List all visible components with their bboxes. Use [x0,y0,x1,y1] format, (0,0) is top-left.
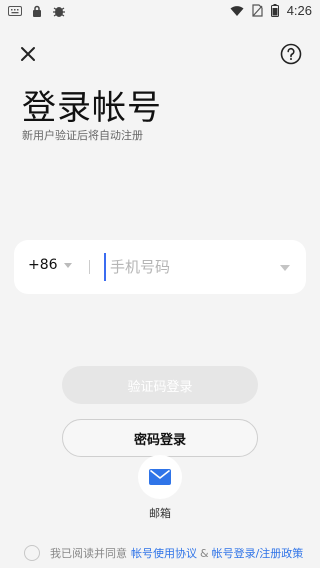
phone-number-input[interactable] [104,253,280,281]
page-title: 登录帐号 [22,88,162,128]
chevron-down-icon [63,263,72,268]
close-icon [21,47,35,61]
email-label: 邮箱 [149,507,171,520]
status-time: 4:26 [286,3,312,18]
password-login-button[interactable]: 密码登录 [62,419,258,457]
no-sim-icon [252,4,263,17]
history-dropdown-icon[interactable] [280,265,290,271]
page-subtitle: 新用户验证后将自动注册 [22,129,143,142]
agreement-checkbox[interactable] [24,545,40,561]
code-login-button[interactable]: 验证码登录 [62,366,258,404]
login-policy-link[interactable]: 帐号登录/注册政策 [212,545,304,561]
envelope-icon [149,469,171,485]
country-code-label: +86 [28,257,58,273]
wifi-icon [230,5,244,17]
phone-input-card: +86 [14,240,306,294]
account-agreement-link[interactable]: 帐号使用协议 [131,545,197,561]
bug-icon [52,4,66,18]
agreement-ampersand: & [200,546,209,560]
help-icon [280,43,302,65]
help-button[interactable] [280,43,302,65]
close-button[interactable] [18,44,38,64]
status-bar: 4:26 [0,0,320,24]
status-left-icons [8,4,66,18]
status-right-icons: 4:26 [230,3,312,18]
country-code-selector[interactable]: +86 [28,257,72,273]
agreement-row: 我已阅读并同意 帐号使用协议 & 帐号登录/注册政策 [24,545,303,561]
email-login-button[interactable] [138,455,182,499]
agreement-prefix: 我已阅读并同意 [50,547,127,560]
lock-icon [32,5,42,17]
keyboard-icon [8,6,22,16]
battery-icon [270,4,279,17]
divider [89,260,90,274]
